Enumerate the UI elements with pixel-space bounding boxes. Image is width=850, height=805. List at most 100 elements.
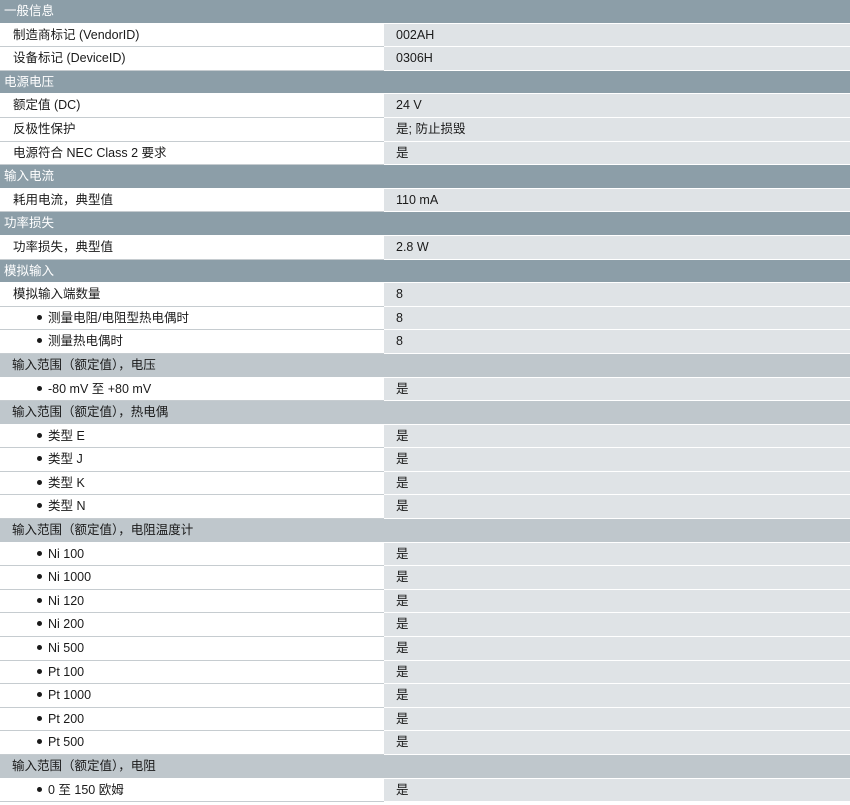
bullet-icon (37, 739, 42, 745)
table-row: 0 至 150 欧姆 是 (0, 778, 850, 803)
table-row: 模拟输入端数量 8 (0, 283, 850, 307)
table-row: 制造商标记 (VendorID) 002AH (0, 23, 850, 48)
bullet-icon (37, 503, 42, 509)
table-row: 类型 N 是 (0, 495, 850, 520)
row-label: 设备标记 (DeviceID) (13, 51, 126, 66)
bullet-icon (37, 621, 42, 627)
row-value: 8 (384, 283, 850, 307)
row-value: 是 (384, 377, 850, 402)
row-value: 是 (384, 448, 850, 472)
table-row: 测量热电偶时 8 (0, 330, 850, 354)
section-header: 功率损失 (0, 212, 850, 236)
row-label-cell: Pt 1000 (0, 684, 384, 708)
row-label: 反极性保护 (13, 121, 76, 136)
row-label-cell: 功率损失，典型值 (0, 235, 384, 260)
row-label-cell: 额定值 (DC) (0, 94, 384, 118)
row-label-cell: Pt 200 (0, 707, 384, 732)
bullet-icon (37, 456, 42, 462)
table-row: Ni 200 是 (0, 613, 850, 638)
table-row: 额定值 (DC) 24 V (0, 94, 850, 118)
row-label-cell: 设备标记 (DeviceID) (0, 47, 384, 71)
table-row: 反极性保护 是; 防止损毁 (0, 117, 850, 142)
row-label-cell: Pt 100 (0, 660, 384, 685)
row-label: 类型 K (48, 475, 85, 490)
row-value: 2.8 W (384, 235, 850, 260)
bullet-icon (37, 574, 42, 580)
subsection-header: 输入范围（额定值），热电偶 (0, 401, 850, 425)
row-value: 是 (384, 589, 850, 614)
row-label-cell: Ni 500 (0, 637, 384, 661)
row-label: Pt 500 (48, 735, 85, 750)
bullet-icon (37, 432, 42, 438)
table-row: -80 mV 至 +80 mV 是 (0, 377, 850, 402)
subsection-title: 输入范围（额定值），热电偶 (12, 405, 169, 420)
row-label-cell: 0 至 150 欧姆 (0, 778, 384, 803)
row-label: Ni 120 (48, 593, 85, 608)
row-label: 耗用电流，典型值 (13, 192, 114, 207)
bullet-icon (37, 550, 42, 556)
row-label: 0 至 150 欧姆 (48, 782, 124, 797)
section-header: 模拟输入 (0, 259, 850, 284)
row-label: Ni 100 (48, 546, 85, 561)
row-label: 测量电阻/电阻型热电偶时 (48, 310, 189, 325)
row-value: 是 (384, 495, 850, 520)
row-value: 是 (384, 684, 850, 708)
row-label: 类型 E (48, 428, 85, 443)
row-label: 制造商标记 (VendorID) (13, 27, 140, 42)
row-label: 额定值 (DC) (13, 98, 81, 113)
row-label-cell: 测量电阻/电阻型热电偶时 (0, 306, 384, 331)
bullet-icon (37, 479, 42, 485)
row-label: 测量热电偶时 (48, 334, 124, 349)
row-value: 002AH (384, 23, 850, 48)
section-title: 一般信息 (4, 4, 55, 18)
subsection-header: 输入范围（额定值），电阻 (0, 755, 850, 779)
bullet-icon (37, 597, 42, 603)
row-label-cell: Pt 500 (0, 731, 384, 755)
row-value: 是 (384, 613, 850, 638)
table-row: 电源符合 NEC Class 2 要求 是 (0, 141, 850, 166)
row-label-cell: 类型 E (0, 424, 384, 449)
bullet-icon (37, 668, 42, 674)
section-title: 功率损失 (4, 216, 55, 231)
subsection-title: 输入范围（额定值），电阻 (12, 759, 156, 773)
bullet-icon (37, 786, 42, 792)
row-value: 是 (384, 778, 850, 803)
row-label-cell: Ni 1000 (0, 566, 384, 590)
table-row: 设备标记 (DeviceID) 0306H (0, 47, 850, 71)
row-value: 是 (384, 707, 850, 732)
table-row: 类型 E 是 (0, 424, 850, 449)
table-row: Pt 200 是 (0, 707, 850, 732)
row-label: Pt 1000 (48, 688, 92, 703)
row-label-cell: 耗用电流，典型值 (0, 188, 384, 213)
row-label: Ni 500 (48, 641, 85, 656)
row-value: 8 (384, 330, 850, 354)
bullet-icon (37, 314, 42, 320)
subsection-header: 输入范围（额定值），电阻温度计 (0, 519, 850, 543)
row-label: Ni 200 (48, 617, 85, 632)
table-row: Pt 500 是 (0, 731, 850, 755)
section-header: 电源电压 (0, 70, 850, 95)
table-row: Ni 100 是 (0, 542, 850, 567)
bullet-icon (37, 385, 42, 391)
table-row: Pt 1000 是 (0, 684, 850, 708)
row-label-cell: 测量热电偶时 (0, 330, 384, 354)
row-label: 电源符合 NEC Class 2 要求 (13, 145, 167, 160)
spec-table: 一般信息 制造商标记 (VendorID) 002AH 设备标记 (DeviceID)… (0, 0, 850, 803)
row-value: 是 (384, 542, 850, 567)
row-label: 类型 N (48, 499, 86, 514)
row-label-cell: -80 mV 至 +80 mV (0, 377, 384, 402)
row-label: 模拟输入端数量 (13, 287, 101, 302)
table-row: Ni 120 是 (0, 589, 850, 614)
row-value: 0306H (384, 47, 850, 71)
row-label-cell: 反极性保护 (0, 117, 384, 142)
row-value: 是 (384, 566, 850, 590)
table-row: 类型 J 是 (0, 448, 850, 472)
row-value: 是 (384, 637, 850, 661)
subsection-title: 输入范围（额定值），电阻温度计 (12, 523, 194, 538)
row-label: Pt 200 (48, 711, 85, 726)
row-label-cell: 电源符合 NEC Class 2 要求 (0, 141, 384, 166)
bullet-icon (37, 645, 42, 651)
row-label-cell: 制造商标记 (VendorID) (0, 23, 384, 48)
row-label-cell: Ni 200 (0, 613, 384, 638)
section-header: 输入电流 (0, 165, 850, 189)
